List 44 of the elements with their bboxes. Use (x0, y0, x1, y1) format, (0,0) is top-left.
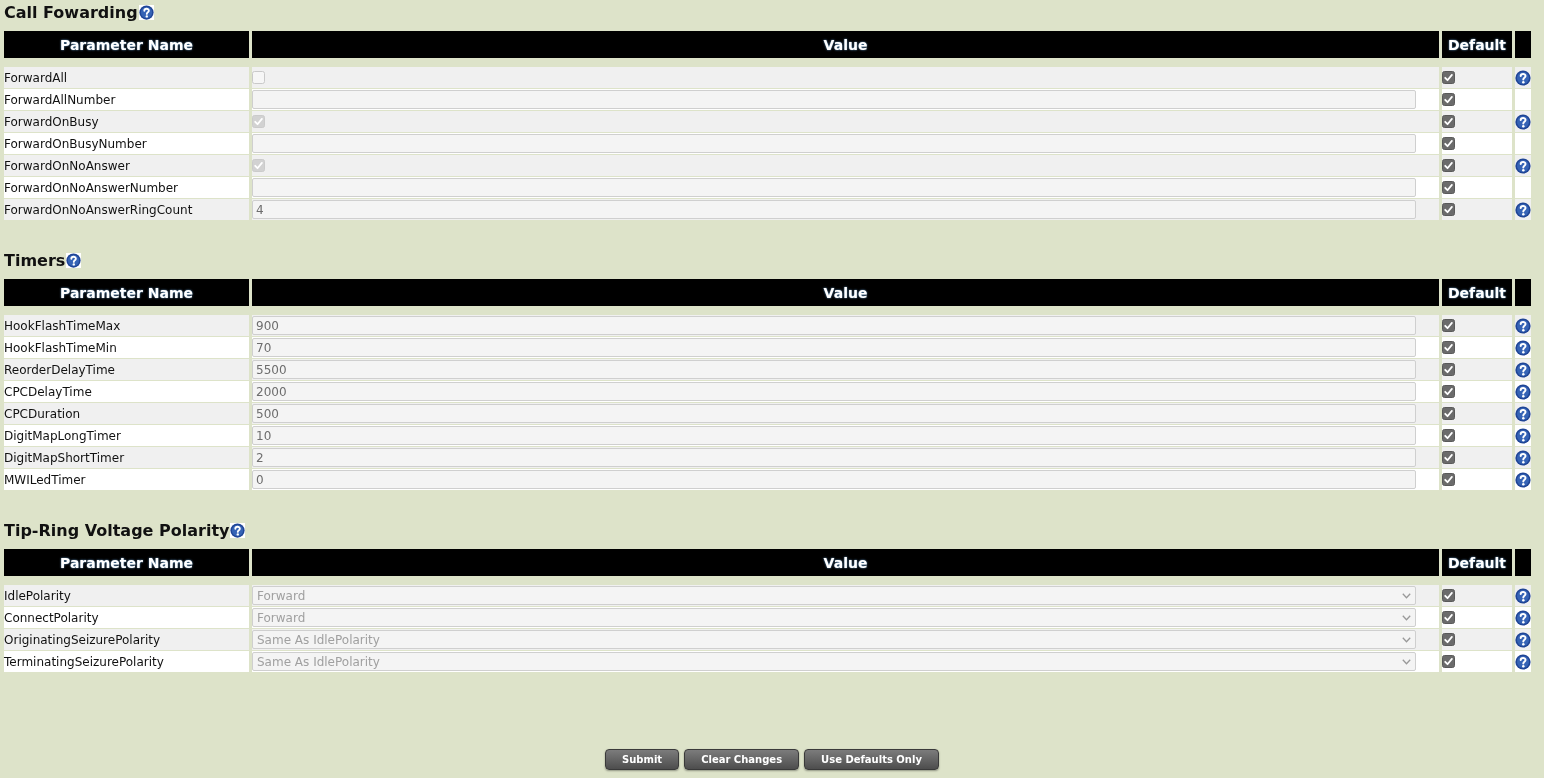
column-header: Default (1442, 31, 1512, 58)
help-icon[interactable] (138, 4, 154, 20)
action-button[interactable]: Clear Changes (684, 749, 800, 770)
help-icon[interactable] (66, 252, 82, 268)
header-cell (1515, 279, 1531, 306)
column-header: Parameter Name (4, 31, 249, 58)
action-button[interactable]: Submit (605, 749, 680, 770)
parameter-name: HookFlashTimeMin (4, 337, 249, 358)
column-header: Parameter Name (4, 549, 249, 576)
column-header: Parameter Name (4, 279, 249, 306)
header-cell (1515, 31, 1531, 58)
chevron-icon (1402, 658, 1411, 665)
parameter-name: ConnectPolarity (4, 607, 249, 628)
parameter-name: ReorderDelayTime (4, 359, 249, 380)
parameter-name: OriginatingSeizurePolarity (4, 629, 249, 650)
column-header: Value (252, 549, 1439, 576)
column-header: Value (252, 279, 1439, 306)
parameter-name: CPCDelayTime (4, 381, 249, 402)
parameter-name: ForwardAllNumber (4, 89, 249, 110)
chevron-icon (1402, 636, 1411, 643)
chevron-icon (1402, 614, 1411, 621)
parameter-name: ForwardOnNoAnswer (4, 155, 249, 176)
header-cell (1515, 549, 1531, 576)
help-icon[interactable] (230, 522, 246, 538)
parameter-name: ForwardOnBusyNumber (4, 133, 249, 154)
column-header: Value (252, 31, 1439, 58)
parameter-name: IdlePolarity (4, 585, 249, 606)
parameter-name: CPCDuration (4, 403, 249, 424)
parameter-name: HookFlashTimeMax (4, 315, 249, 336)
parameter-name: ForwardAll (4, 67, 249, 88)
section-title: Timers (4, 250, 66, 270)
parameter-name: DigitMapLongTimer (4, 425, 249, 446)
parameter-name: DigitMapShortTimer (4, 447, 249, 468)
action-button[interactable]: Use Defaults Only (804, 749, 939, 770)
parameter-name: MWILedTimer (4, 469, 249, 490)
section-title: Tip-Ring Voltage Polarity (4, 520, 230, 540)
parameter-name: ForwardOnBusy (4, 111, 249, 132)
parameter-name: ForwardOnNoAnswerRingCount (4, 199, 249, 220)
column-header: Default (1442, 549, 1512, 576)
section-title: Call Fowarding (4, 2, 138, 22)
parameter-name: ForwardOnNoAnswerNumber (4, 177, 249, 198)
chevron-icon (1402, 592, 1411, 599)
column-header: Default (1442, 279, 1512, 306)
parameter-name: TerminatingSeizurePolarity (4, 651, 249, 672)
